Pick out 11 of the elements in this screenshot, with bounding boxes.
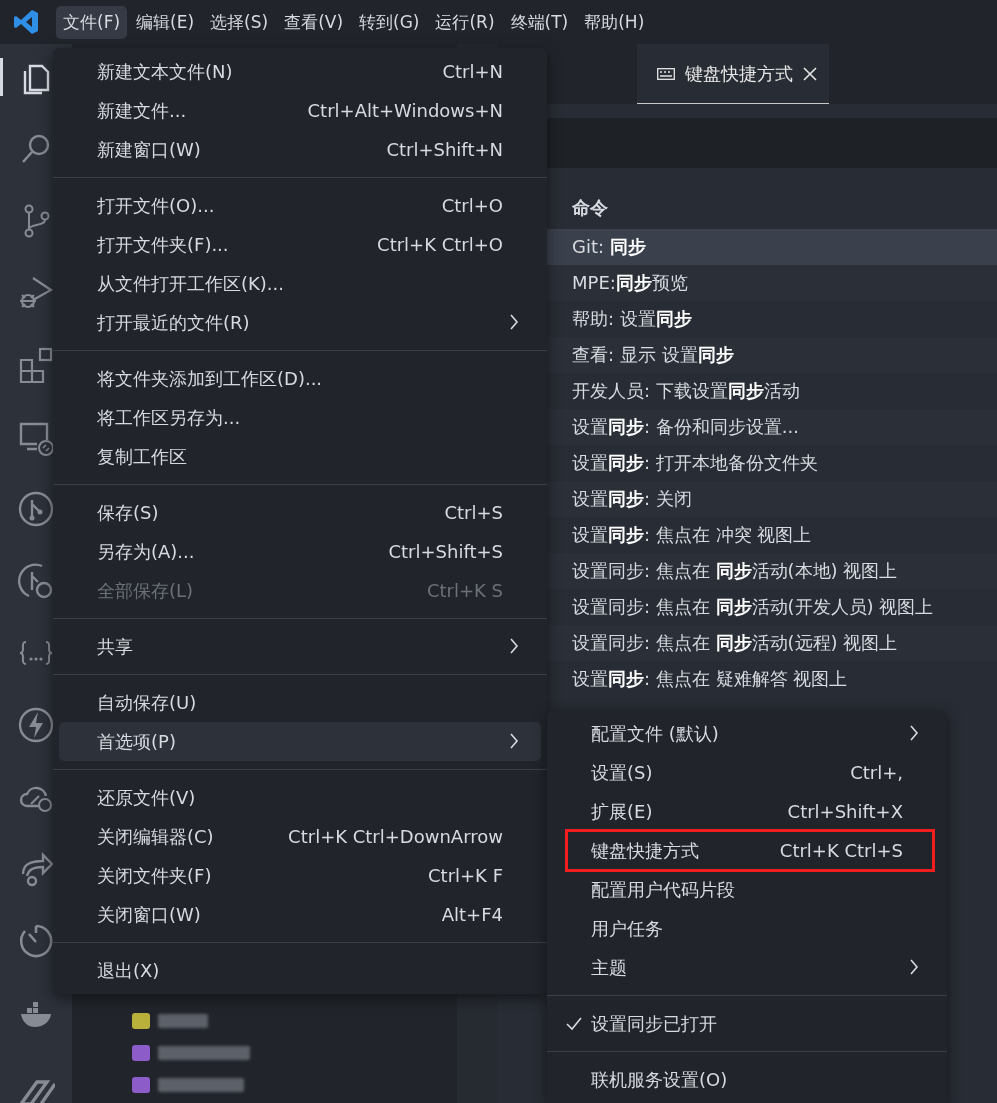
shortcut-label: Ctrl+O [441, 195, 503, 216]
shortcut-label: Ctrl+, [850, 762, 903, 783]
shortcut-label: Ctrl+K Ctrl+DownArrow [288, 826, 503, 847]
shortcut-label: Ctrl+K Ctrl+S [779, 840, 903, 861]
shortcut-label: Ctrl+Shift+X [787, 801, 903, 822]
shortcut-label: Ctrl+N [442, 61, 503, 82]
tab-title: 键盘快捷方式 [685, 61, 793, 86]
shortcut-label: Alt+F4 [441, 904, 503, 925]
shortcut-label: Ctrl+Alt+Windows+N [307, 100, 503, 121]
shortcut-label: Ctrl+K F [428, 865, 503, 886]
shortcut-label: Ctrl+Shift+N [386, 139, 503, 160]
